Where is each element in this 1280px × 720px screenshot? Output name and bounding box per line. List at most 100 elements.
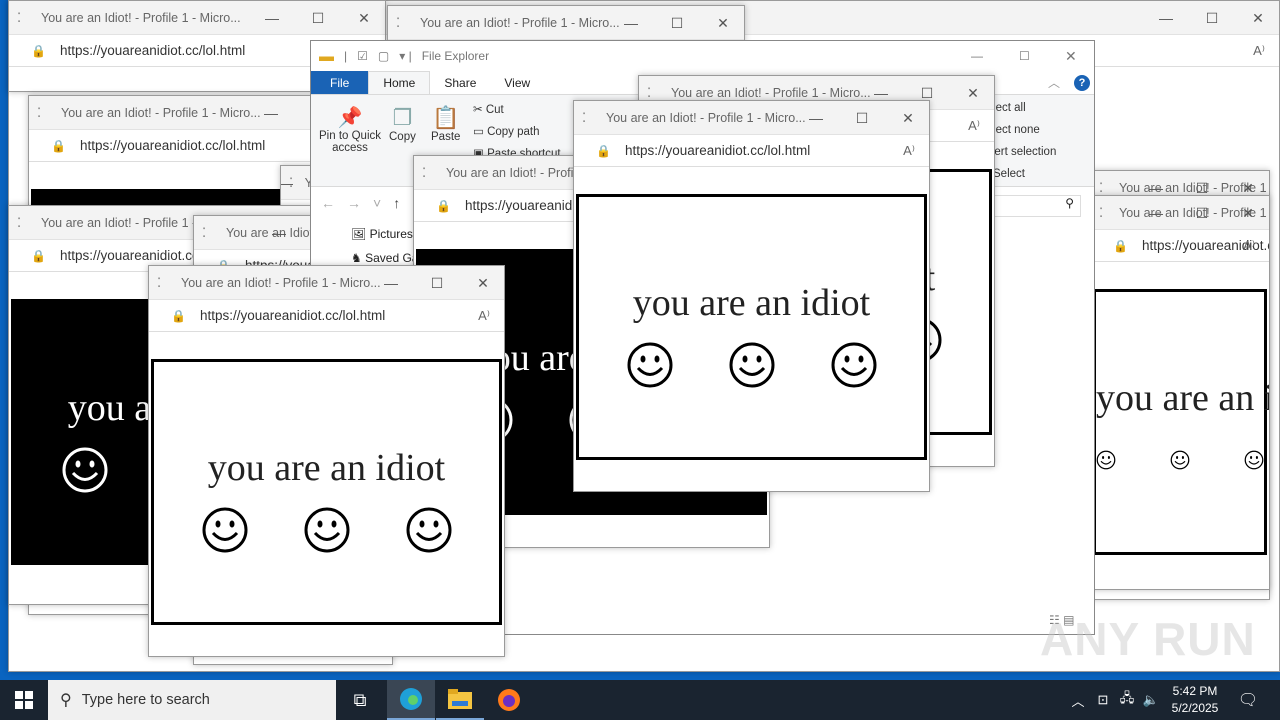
- taskbar-file-explorer[interactable]: [436, 680, 484, 720]
- maximize-button[interactable]: ☐: [1019, 49, 1030, 63]
- tab-home[interactable]: Home: [368, 71, 431, 94]
- address-bar[interactable]: 🔒 https://youareanidiot.cc/lol.html A⁾: [1091, 230, 1269, 262]
- clock[interactable]: 5:42 PM 5/2/2025: [1160, 683, 1230, 717]
- maximize-button[interactable]: ☐: [1189, 1, 1235, 35]
- browser-window[interactable]: ⁚ You are an Idiot! - Profile 1 - Micro.…: [148, 265, 505, 657]
- url-text[interactable]: https://youareanidiot.cc/lol.html: [625, 143, 810, 158]
- loading-icon: ⁚: [202, 224, 207, 240]
- minimize-button[interactable]: —: [256, 216, 302, 250]
- title-bar[interactable]: ⁚ You are an Idiot! - Profile 1 - Micro.…: [149, 266, 504, 300]
- url-text[interactable]: https://youareanidiot.cc/lol.html: [200, 308, 385, 323]
- minimize-button[interactable]: —: [608, 6, 654, 40]
- maximize-button[interactable]: ☐: [295, 1, 341, 35]
- idiot-box: you are an idiot: [1093, 289, 1269, 555]
- title-bar[interactable]: ⁚ You are an Idiot! - Profile 1 - Micro.…: [9, 1, 385, 35]
- explorer-title-bar[interactable]: ▬ | ☑ ▢ ▾ | File Explorer — ☐ ✕: [311, 41, 1094, 71]
- copy-icon: ❐: [392, 105, 413, 130]
- minimize-button[interactable]: —: [1143, 1, 1189, 35]
- url-text[interactable]: https://youareanidiot.cc/lol.html: [60, 43, 245, 58]
- minimize-button[interactable]: —: [281, 166, 309, 200]
- help-icon[interactable]: ?: [1074, 74, 1090, 91]
- read-aloud-icon[interactable]: A⁾: [903, 143, 915, 159]
- windows-logo-icon: [15, 691, 33, 709]
- saved-games-icon: ♞: [351, 251, 362, 265]
- explorer-title: File Explorer: [421, 49, 490, 63]
- close-button[interactable]: ✕: [700, 6, 744, 40]
- close-button[interactable]: ✕: [1235, 1, 1279, 35]
- maximize-button[interactable]: ☐: [839, 101, 885, 135]
- nav-item-pictures[interactable]: 🖼 Pictures: [351, 227, 413, 241]
- nav-arrows[interactable]: ←→˅↑: [321, 195, 412, 211]
- read-aloud-icon[interactable]: A⁾: [1243, 238, 1255, 254]
- page-content: you are an idiot: [574, 168, 929, 491]
- network-icon[interactable]: 🖧: [1116, 680, 1138, 720]
- clock-date: 5/2/2025: [1171, 701, 1219, 715]
- copy-path-button[interactable]: ▭ Copy path: [473, 124, 540, 138]
- folder-icon: ▬: [319, 47, 334, 65]
- copy-button[interactable]: ❐ Copy: [389, 105, 416, 143]
- new-folder-icon[interactable]: ▢: [378, 49, 389, 63]
- maximize-button[interactable]: ☐: [654, 6, 700, 40]
- taskbar-search-box[interactable]: ⚲ Type here to search: [48, 680, 336, 720]
- title-bar[interactable]: ⁚ You are an Idiot! - Profile 1 - Micro.…: [1091, 196, 1269, 230]
- url-text[interactable]: https://youareanidiot.cc/lol.html: [80, 138, 265, 153]
- properties-icon[interactable]: ☑: [357, 49, 368, 63]
- volume-icon[interactable]: 🔈: [1140, 680, 1162, 720]
- window-title: You are an Idiot! - Profile 1 - Micro...: [671, 85, 871, 100]
- copy-path-icon: ▭: [473, 126, 484, 138]
- idiot-text: you are an idiot: [1096, 377, 1269, 419]
- maximize-button[interactable]: ☐: [1179, 196, 1225, 230]
- pin-to-quick-access-button[interactable]: 📌 Pin to Quick access: [317, 105, 383, 154]
- minimize-button[interactable]: —: [793, 101, 839, 135]
- address-bar[interactable]: 🔒 https://youareanidiot.cc/lol.html A⁾: [574, 135, 929, 167]
- close-button[interactable]: ✕: [950, 76, 994, 110]
- smiley-row: [154, 506, 499, 554]
- close-button[interactable]: ✕: [1065, 48, 1077, 65]
- close-button[interactable]: ✕: [341, 1, 385, 35]
- tab-view[interactable]: View: [490, 71, 544, 94]
- window-title: You are an Idiot! - Profile 1 - Micro...: [420, 15, 620, 30]
- window-title: You are an Idiot! - Profile: [446, 165, 584, 180]
- minimize-button[interactable]: —: [971, 49, 983, 63]
- search-icon: ⚲: [60, 692, 72, 709]
- smiley-icon: [304, 507, 349, 553]
- start-button[interactable]: [0, 680, 48, 720]
- taskbar-firefox[interactable]: [485, 680, 533, 720]
- pictures-icon: 🖼: [351, 227, 367, 241]
- tray-device-icon[interactable]: ⊡: [1092, 680, 1114, 720]
- notification-icon[interactable]: 🗨: [1234, 680, 1262, 720]
- idiot-text: you are an idiot: [207, 447, 446, 489]
- tab-file[interactable]: File: [311, 71, 369, 94]
- tab-share[interactable]: Share: [430, 71, 490, 94]
- minimize-button[interactable]: —: [1133, 196, 1179, 230]
- close-button[interactable]: ✕: [885, 101, 929, 135]
- maximize-button[interactable]: ☐: [414, 266, 460, 300]
- browser-window[interactable]: ⁚ You are an Idiot! - Profile 1 - Micro.…: [1090, 195, 1270, 590]
- close-button[interactable]: ✕: [460, 266, 504, 300]
- close-button[interactable]: ✕: [1225, 196, 1269, 230]
- window-title: You are an Idiot! - Profile 1 - Micro...: [41, 10, 241, 25]
- smiley-icon: [627, 342, 672, 388]
- edge-icon: [400, 688, 422, 710]
- taskbar-edge[interactable]: [387, 680, 435, 720]
- read-aloud-icon[interactable]: A⁾: [478, 308, 490, 324]
- address-bar[interactable]: 🔒 https://youareanidiot.cc/lol.html A⁾: [149, 300, 504, 332]
- minimize-button[interactable]: —: [248, 96, 294, 130]
- read-aloud-icon[interactable]: A⁾: [968, 118, 980, 134]
- tray-chevron[interactable]: ︿: [1068, 680, 1088, 720]
- task-view-button[interactable]: ⧉: [336, 680, 384, 720]
- browser-window[interactable]: ⁚ You are an Idiot! - Profile 1 - Micro.…: [573, 100, 930, 492]
- paste-button[interactable]: 📋 Paste: [431, 105, 460, 143]
- minimize-button[interactable]: —: [249, 1, 295, 35]
- collapse-ribbon-icon[interactable]: ︿: [1034, 71, 1074, 94]
- paste-icon: 📋: [432, 105, 460, 130]
- minimize-button[interactable]: —: [368, 266, 414, 300]
- title-bar[interactable]: ⁚ You are an Idiot! - Profile 1 - Micro.…: [388, 6, 744, 40]
- loading-icon: ⁚: [422, 164, 427, 180]
- cut-button[interactable]: ✂ Cut: [473, 102, 504, 116]
- page-content: you are an idiot: [149, 333, 504, 656]
- title-bar[interactable]: ⁚ You are an Idiot! - Profile 1 - Micro.…: [574, 101, 929, 135]
- pin-icon: 📌: [337, 107, 363, 129]
- smiley-row: [1096, 436, 1264, 484]
- read-aloud-icon[interactable]: A⁾: [1253, 43, 1265, 59]
